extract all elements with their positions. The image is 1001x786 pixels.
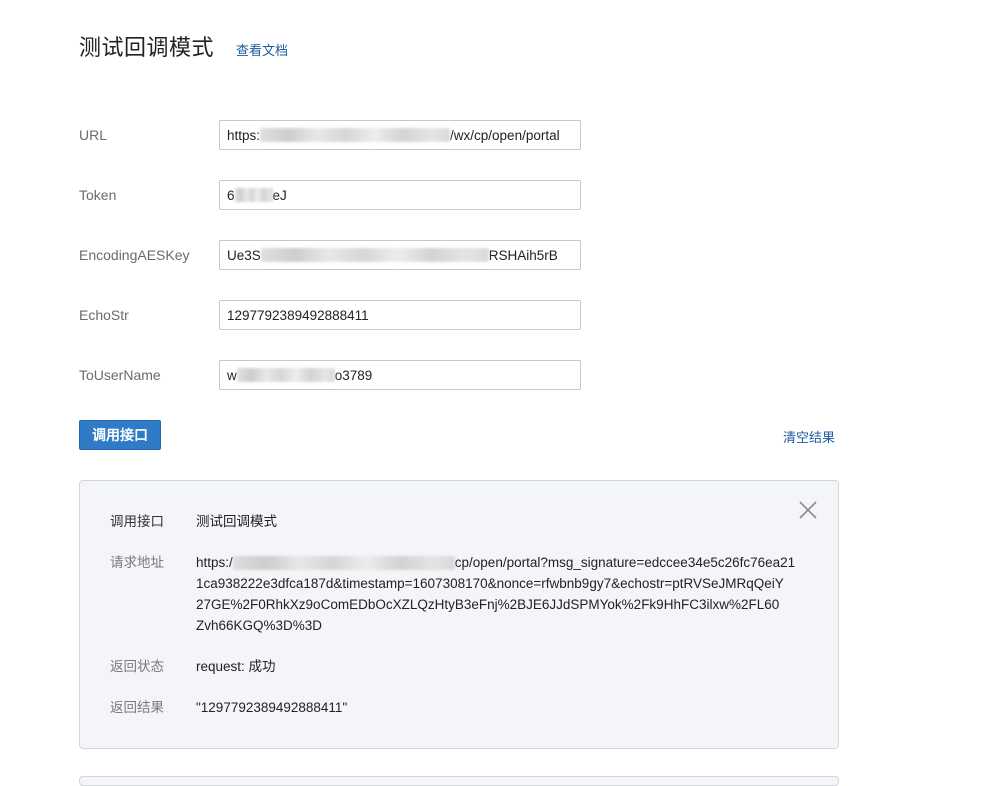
page: 测试回调模式 查看文档 URL https: /wx/cp/open/porta… bbox=[0, 0, 1001, 786]
url-label: URL bbox=[79, 127, 108, 143]
result-url-line2: 1ca938222e3dfca187d&timestamp=1607308170… bbox=[196, 576, 784, 591]
token-row: Token 6 eJ bbox=[79, 180, 589, 210]
result-status-row: 返回状态 request: 成功 bbox=[110, 656, 808, 677]
url-input[interactable]: https: /wx/cp/open/portal bbox=[219, 120, 581, 150]
aeskey-row: EncodingAESKey Ue3S RSHAih5rB bbox=[79, 240, 589, 270]
result-status-label: 返回状态 bbox=[110, 659, 164, 674]
result-body-value: "1297792389492888411" bbox=[196, 700, 348, 715]
url-value-prefix: https: bbox=[227, 127, 261, 143]
token-label: Token bbox=[79, 187, 117, 203]
redacted-region bbox=[260, 248, 489, 262]
echostr-label: EchoStr bbox=[79, 307, 129, 323]
result-url-prefix: https:/ bbox=[196, 555, 233, 570]
result-url-label: 请求地址 bbox=[110, 555, 164, 570]
result-api-row: 调用接口 测试回调模式 bbox=[110, 511, 808, 532]
invoke-api-button[interactable]: 调用接口 bbox=[79, 420, 161, 450]
header: 测试回调模式 查看文档 bbox=[79, 30, 288, 62]
redacted-region bbox=[234, 188, 273, 202]
touser-row: ToUserName w o3789 bbox=[79, 360, 589, 390]
clear-results-link[interactable]: 清空结果 bbox=[783, 427, 835, 446]
touser-input[interactable]: w o3789 bbox=[219, 360, 581, 390]
result-api-value: 测试回调模式 bbox=[196, 514, 277, 529]
result-status-value: request: 成功 bbox=[196, 659, 276, 674]
touser-label: ToUserName bbox=[79, 367, 161, 383]
aeskey-label: EncodingAESKey bbox=[79, 247, 190, 263]
aeskey-input[interactable]: Ue3S RSHAih5rB bbox=[219, 240, 581, 270]
echostr-row: EchoStr 1297792389492888411 bbox=[79, 300, 589, 330]
url-value-suffix: /wx/cp/open/portal bbox=[450, 127, 560, 143]
redacted-region bbox=[260, 128, 451, 142]
url-row: URL https: /wx/cp/open/portal bbox=[79, 120, 589, 150]
view-docs-link[interactable]: 查看文档 bbox=[236, 40, 288, 59]
touser-value-suffix: o3789 bbox=[334, 367, 373, 383]
token-value-suffix: eJ bbox=[272, 187, 287, 203]
redacted-region bbox=[232, 556, 455, 571]
aeskey-value-suffix: RSHAih5rB bbox=[488, 247, 558, 263]
touser-value-prefix: w bbox=[227, 367, 237, 383]
result-body-row: 返回结果 "1297792389492888411" bbox=[110, 697, 808, 718]
echostr-input[interactable]: 1297792389492888411 bbox=[219, 300, 581, 330]
result-body-label: 返回结果 bbox=[110, 700, 164, 715]
result-url-rest: cp/open/portal?msg_signature=edccee34e5c… bbox=[454, 555, 796, 570]
next-panel-edge bbox=[79, 776, 839, 786]
page-title: 测试回调模式 bbox=[79, 35, 215, 60]
result-panel: 调用接口 测试回调模式 请求地址 https:/ cp/open/portal?m… bbox=[79, 480, 839, 749]
redacted-region bbox=[236, 368, 335, 382]
result-url-value: https:/ cp/open/portal?msg_signature=edcc… bbox=[196, 552, 808, 636]
result-url-line1: https:/ cp/open/portal?msg_signature=edcc… bbox=[196, 552, 808, 573]
result-api-label: 调用接口 bbox=[110, 514, 164, 529]
aeskey-value-prefix: Ue3S bbox=[227, 247, 261, 263]
token-input[interactable]: 6 eJ bbox=[219, 180, 581, 210]
echostr-value: 1297792389492888411 bbox=[227, 307, 369, 323]
result-url-line3: 27GE%2F0RhkXz9oComEDbOcXZLQzHtyB3eFnj%2B… bbox=[196, 597, 780, 612]
result-url-row: 请求地址 https:/ cp/open/portal?msg_signature… bbox=[110, 552, 808, 636]
result-url-line4: Zvh66KGQ%3D%3D bbox=[196, 618, 323, 633]
token-value-prefix: 6 bbox=[227, 187, 235, 203]
